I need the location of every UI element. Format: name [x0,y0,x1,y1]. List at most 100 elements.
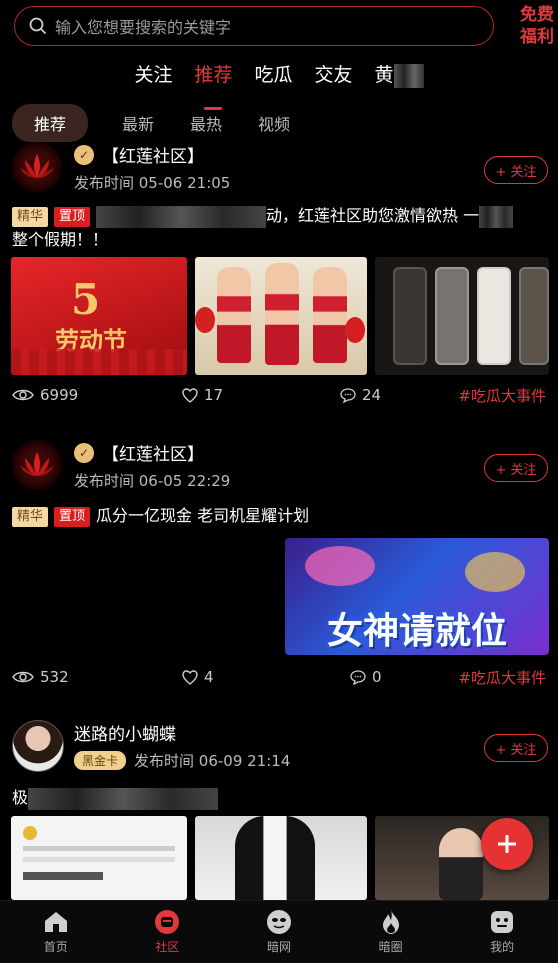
figure [265,263,299,365]
nav-community-label: 社区 [155,940,180,954]
mosaic-blur [96,205,267,228]
verified-icon: ✓ [74,144,94,165]
post-title[interactable]: 精华 置顶 瓜分一亿现金 老司机星耀计划 [12,504,552,528]
author-row: ✓ 【红莲社区】 [74,142,204,167]
balloon [345,317,365,343]
nav-home[interactable]: 首页 [16,909,96,955]
post-card[interactable]: ✓ 【红莲社区】 发布时间 06-05 22:29 + 关注 精华 置顶 瓜分一亿现… [0,440,558,690]
tag-pinned: 置顶 [54,506,91,527]
author-name[interactable]: 【红莲社区】 [102,440,204,465]
banner-decoration [305,546,375,586]
post-image[interactable] [195,816,367,900]
bottom-nav: 首页 社区 暗网 暗圈 我的 [0,900,558,963]
likes-stat[interactable]: 4 [182,668,350,686]
search-bar[interactable]: 输入您想要搜索的关键字 [14,6,494,46]
post-title[interactable]: 极 [12,786,552,810]
tab-more[interactable]: 黄 [375,60,424,100]
heart-icon [182,669,198,685]
tab-gossip[interactable]: 吃瓜 [254,60,292,100]
add-post-button[interactable] [481,818,533,870]
tab-recommend[interactable]: 推荐 [194,60,232,100]
post-image[interactable] [11,816,187,900]
comment-icon [350,669,366,685]
coin-icon [23,826,37,840]
top-tabs: 关注 推荐 吃瓜 交友 黄 [0,60,558,100]
post-title-text: 瓜分一亿现金 老司机星耀计划 [96,506,310,525]
likes-count: 4 [204,668,214,686]
post-image[interactable] [375,257,549,375]
post-title-text: 极 [12,788,29,807]
post-image[interactable]: 5 劳动节 [11,257,187,375]
community-icon [154,909,180,935]
figure [217,267,251,363]
nav-darkweb[interactable]: 暗网 [239,909,319,955]
post-time: 发布时间 05-06 21:05 [74,174,231,192]
likes-stat[interactable]: 17 [182,386,340,404]
post-title-line2: 整个假期！！ [12,230,109,249]
views-count: 532 [40,668,69,686]
avatar[interactable] [12,720,64,772]
views-stat: 532 [12,668,182,686]
profile-icon [489,909,515,935]
promo-line2: 福利 [520,27,554,47]
comments-count: 0 [372,668,382,686]
phone-shape [435,267,469,365]
nav-community[interactable]: 社区 [127,909,207,955]
views-stat: 6999 [12,386,182,404]
nav-darkcircle[interactable]: 暗圈 [351,909,431,955]
follow-button[interactable]: + 关注 [484,454,548,482]
verified-icon: ✓ [74,442,94,463]
tab-more-label: 黄 [374,64,394,86]
post-stats: 532 4 0 #吃瓜大事件 [12,667,546,688]
post-card[interactable]: 迷路的小蝴蝶 黑金卡 发布时间 06-09 21:14 + 关注 极 [0,720,558,900]
avatar[interactable] [12,440,62,490]
tab-follow[interactable]: 关注 [134,60,172,100]
author-name[interactable]: 迷路的小蝴蝶 [74,720,176,745]
post-banner[interactable]: 女神请就位 [285,538,549,655]
subtab-hottest[interactable]: 最热 [190,111,222,135]
post-image[interactable] [195,257,367,375]
promo-line1: 免费 [520,5,554,25]
lotus-logo-icon [20,154,54,178]
figure [235,816,315,900]
flame-icon [378,909,404,935]
heart-icon [182,387,198,403]
search-icon [29,17,47,35]
follow-button[interactable]: + 关注 [484,734,548,762]
post-title[interactable]: 精华 置顶 动，红莲社区助您激情欲热 一 整个假期！！ [12,204,552,252]
sub-tabs: 推荐 最新 最热 视频 [12,104,326,142]
phone-shape [477,267,511,365]
tag-pinned: 置顶 [54,206,91,227]
banner-title: 女神请就位 [326,611,507,652]
post-title-text: 动，红莲社区助您激情欲热 一 [266,206,480,225]
comments-stat[interactable]: 0 [350,668,382,686]
nav-darkcircle-label: 暗圈 [378,940,403,954]
banner-decoration [465,552,525,592]
mosaic-blur [28,787,219,810]
subtab-recommend[interactable]: 推荐 [12,104,89,142]
follow-button[interactable]: + 关注 [484,156,548,184]
balloon [195,307,215,333]
topic-tag[interactable]: #吃瓜大事件 [458,667,546,688]
mask-icon [266,909,292,935]
post-images: 5 劳动节 [11,257,549,375]
tab-dating[interactable]: 交友 [315,60,353,100]
eye-icon [12,671,34,683]
avatar[interactable] [12,142,62,192]
post-card[interactable]: ✓ 【红莲社区】 发布时间 05-06 21:05 + 关注 精华 置顶 动，红莲社… [0,142,558,412]
comments-stat[interactable]: 24 [340,386,381,404]
author-name[interactable]: 【红莲社区】 [102,142,204,167]
nav-mine-label: 我的 [490,940,515,954]
image-number: 5 [71,275,101,324]
promo-banner[interactable]: 免费 福利 [498,4,558,52]
subtab-video[interactable]: 视频 [258,111,290,135]
text-lines [23,857,175,862]
search-placeholder: 输入您想要搜索的关键字 [55,18,232,37]
post-time: 发布时间 06-05 22:29 [74,472,231,490]
likes-count: 17 [204,386,224,404]
lotus-logo-icon [20,452,54,476]
post-stats: 6999 17 24 #吃瓜大事件 [12,385,546,406]
subtab-latest[interactable]: 最新 [122,111,154,135]
nav-mine[interactable]: 我的 [462,909,542,955]
topic-tag[interactable]: #吃瓜大事件 [458,385,546,406]
